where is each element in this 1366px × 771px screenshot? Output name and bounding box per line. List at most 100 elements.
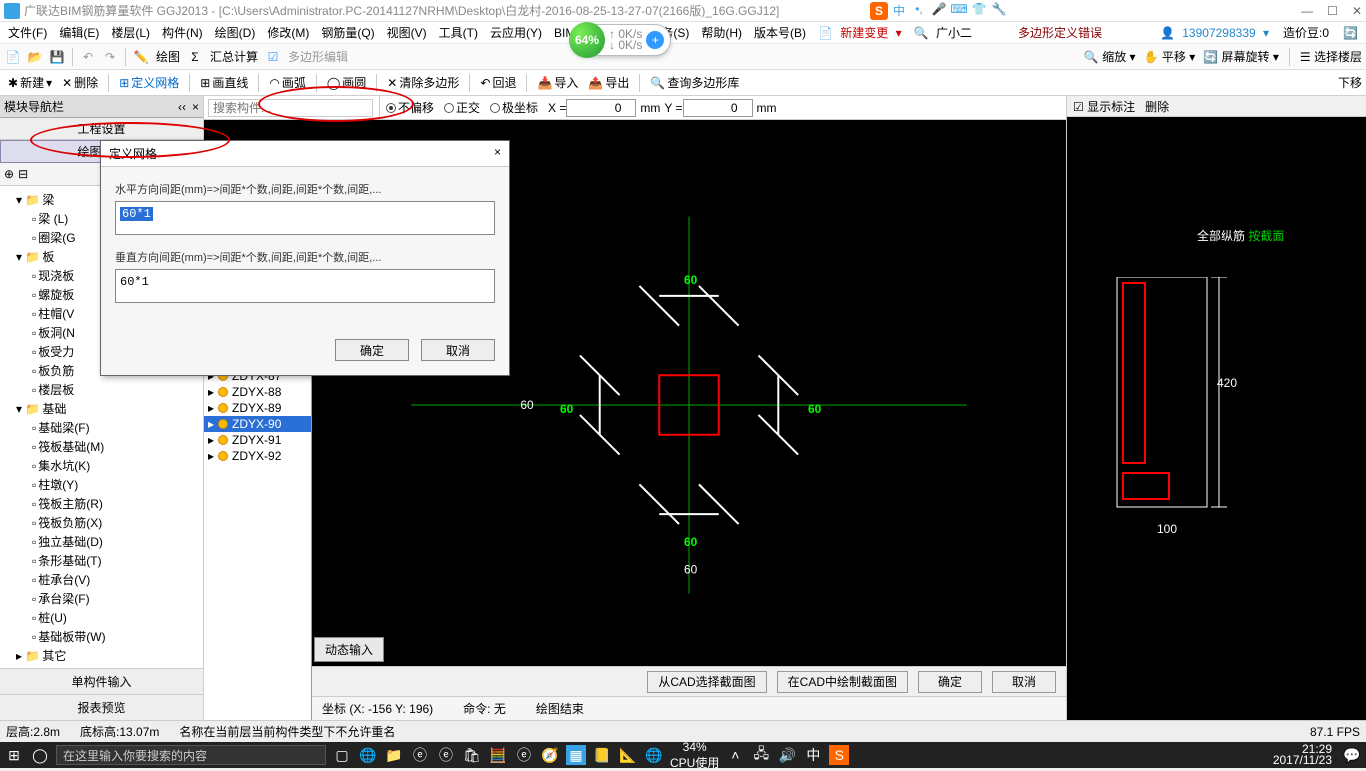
notification-icon[interactable]: 💬	[1342, 745, 1362, 765]
minimize-button[interactable]: —	[1301, 4, 1313, 18]
tree-node[interactable]: ▾ 📁 基础	[4, 399, 199, 418]
tree-node[interactable]: ▸ 📁 其它	[4, 646, 199, 665]
list-item[interactable]: ▸ZDYX-88	[204, 384, 311, 400]
menu-cloud[interactable]: 云应用(Y)	[486, 22, 546, 43]
tray-sogou-icon[interactable]: S	[829, 745, 849, 765]
store-icon[interactable]: 🛍	[462, 745, 482, 765]
app9-icon[interactable]: 🌐	[644, 745, 664, 765]
new-button[interactable]: ✱ 新建 ▾	[4, 72, 56, 93]
draw-cad-button[interactable]: 在CAD中绘制截面图	[777, 671, 908, 693]
draw-line-button[interactable]: ⊞ 画直线	[196, 72, 252, 93]
app8-icon[interactable]: 📐	[618, 745, 638, 765]
undo-icon[interactable]: ↶	[79, 48, 97, 66]
tree-node[interactable]: ▫ 筏板负筋(X)	[4, 513, 199, 532]
ime-tool-icon[interactable]: 🔧	[990, 2, 1008, 20]
select-cad-button[interactable]: 从CAD选择截面图	[647, 671, 766, 693]
move-down[interactable]: 下移	[1338, 76, 1362, 90]
undo-button[interactable]: ↶ 回退	[476, 72, 520, 93]
tree-node[interactable]: ▫ 集水坑(K)	[4, 456, 199, 475]
menu-rebar[interactable]: 钢筋量(Q)	[317, 22, 378, 43]
tree-node[interactable]: ▫ 楼层板	[4, 380, 199, 399]
menu-file[interactable]: 文件(F)	[4, 22, 51, 43]
menu-version[interactable]: 版本号(B)	[750, 22, 810, 43]
list-item[interactable]: ▸ZDYX-89	[204, 400, 311, 416]
app3-icon[interactable]: 🧮	[488, 745, 508, 765]
tray-net-icon[interactable]: 🖧	[751, 745, 771, 765]
tree-collapse-icon[interactable]: ⊟	[18, 167, 28, 181]
tree-expand-icon[interactable]: ⊕	[4, 167, 14, 181]
menu-tool[interactable]: 工具(T)	[435, 22, 482, 43]
tray-ime-icon[interactable]: 中	[803, 745, 823, 765]
app6-icon[interactable]: ▦	[566, 745, 586, 765]
edge-icon[interactable]: ⓔ	[436, 745, 456, 765]
ime-mic-icon[interactable]: 🎤	[930, 2, 948, 20]
search-input[interactable]	[208, 99, 373, 117]
draw-circle-button[interactable]: ◯ 画圆	[323, 72, 370, 93]
menu-modify[interactable]: 修改(M)	[263, 22, 313, 43]
app4-icon[interactable]: ⓔ	[514, 745, 534, 765]
save-file-icon[interactable]: 💾	[48, 48, 66, 66]
tree-node[interactable]: ▫ 基础板带(W)	[4, 627, 199, 646]
menu-edit[interactable]: 编辑(E)	[55, 22, 103, 43]
ime-bar[interactable]: S 中 •, 🎤 ⌨ 👕 🔧	[870, 0, 1008, 22]
mode-polar[interactable]: 极坐标	[490, 99, 538, 116]
new-file-icon[interactable]: 📄	[4, 48, 22, 66]
list-item[interactable]: ▸ZDYX-92	[204, 448, 311, 464]
clear-poly-button[interactable]: ✕ 清除多边形	[383, 72, 463, 93]
dialog-input-v[interactable]: 60*1	[115, 269, 495, 303]
ime-skin-icon[interactable]: 👕	[970, 2, 988, 20]
tray-vol-icon[interactable]: 🔊	[777, 745, 797, 765]
taskbar-search[interactable]: 在这里输入你要搜索的内容	[56, 745, 326, 765]
draw-icon[interactable]: ✏️	[132, 48, 150, 66]
refresh-icon[interactable]: 🔄	[1339, 24, 1362, 42]
menu-draw[interactable]: 绘图(D)	[211, 22, 260, 43]
dynamic-input-badge[interactable]: 动态输入	[314, 637, 384, 662]
delete-button[interactable]: ✕ 删除	[58, 72, 102, 93]
tree-node[interactable]: ▫ 条形基础(T)	[4, 551, 199, 570]
ie-icon[interactable]: ⓔ	[410, 745, 430, 765]
draw-label[interactable]: 绘图	[154, 48, 182, 65]
tree-node[interactable]: ▫ 基础梁(F)	[4, 418, 199, 437]
right-tab-show[interactable]: ☑ 显示标注	[1073, 98, 1135, 115]
tree-node[interactable]: ▫ 桩(U)	[4, 608, 199, 627]
app7-icon[interactable]: 📒	[592, 745, 612, 765]
draw-arc-button[interactable]: ◠ 画弧	[265, 72, 310, 93]
close-button[interactable]: ✕	[1352, 4, 1362, 18]
menu-floor[interactable]: 楼层(L)	[107, 22, 154, 43]
cortana-icon[interactable]: ◯	[30, 745, 50, 765]
taskview-icon[interactable]: ▢	[332, 745, 352, 765]
open-file-icon[interactable]: 📂	[26, 48, 44, 66]
mode-ortho[interactable]: 正交	[444, 99, 480, 116]
list-item[interactable]: ▸ZDYX-90	[204, 416, 311, 432]
taskbar-clock[interactable]: 21:292017/11/23	[1273, 744, 1336, 766]
cancel-button[interactable]: 取消	[992, 671, 1056, 693]
user-phone[interactable]: 👤 13907298339 ▾	[1156, 24, 1273, 42]
mode-nooffset[interactable]: 不偏移	[386, 99, 434, 116]
nav-foot-single[interactable]: 单构件输入	[0, 668, 203, 694]
export-button[interactable]: 📤 导出	[584, 72, 633, 93]
nav-tab-settings[interactable]: 工程设置	[0, 118, 203, 140]
menu-guang[interactable]: 🔍 广小二	[910, 22, 980, 43]
import-button[interactable]: 📥 导入	[533, 72, 582, 93]
dialog-close-icon[interactable]: ×	[494, 145, 501, 162]
ime-zhong[interactable]: 中	[890, 2, 908, 20]
redo-icon[interactable]: ↷	[101, 48, 119, 66]
check-icon[interactable]: ☑	[264, 48, 282, 66]
ime-keyboard-icon[interactable]: ⌨	[950, 2, 968, 20]
define-grid-button[interactable]: ⊞ 定义网格	[115, 72, 183, 93]
menu-component[interactable]: 构件(N)	[158, 22, 207, 43]
app1-icon[interactable]: 🌐	[358, 745, 378, 765]
query-button[interactable]: 🔍 查询多边形库	[646, 72, 743, 93]
tree-node[interactable]: ▫ 筏板基础(M)	[4, 437, 199, 456]
pan-button[interactable]: ✋ 平移 ▾	[1144, 48, 1196, 65]
tray-up-icon[interactable]: ˄	[725, 745, 745, 765]
start-icon[interactable]: ⊞	[4, 745, 24, 765]
dialog-ok-button[interactable]: 确定	[335, 339, 409, 361]
dialog-cancel-button[interactable]: 取消	[421, 339, 495, 361]
dialog-input-h[interactable]: 60*1	[115, 201, 495, 235]
nav-pin-icon[interactable]: ‹‹	[178, 100, 186, 114]
select-floor-button[interactable]: ☰ 选择楼层	[1300, 48, 1362, 65]
ime-punct[interactable]: •,	[910, 2, 928, 20]
coord-x-input[interactable]: 0	[566, 99, 636, 117]
list-item[interactable]: ▸ZDYX-91	[204, 432, 311, 448]
